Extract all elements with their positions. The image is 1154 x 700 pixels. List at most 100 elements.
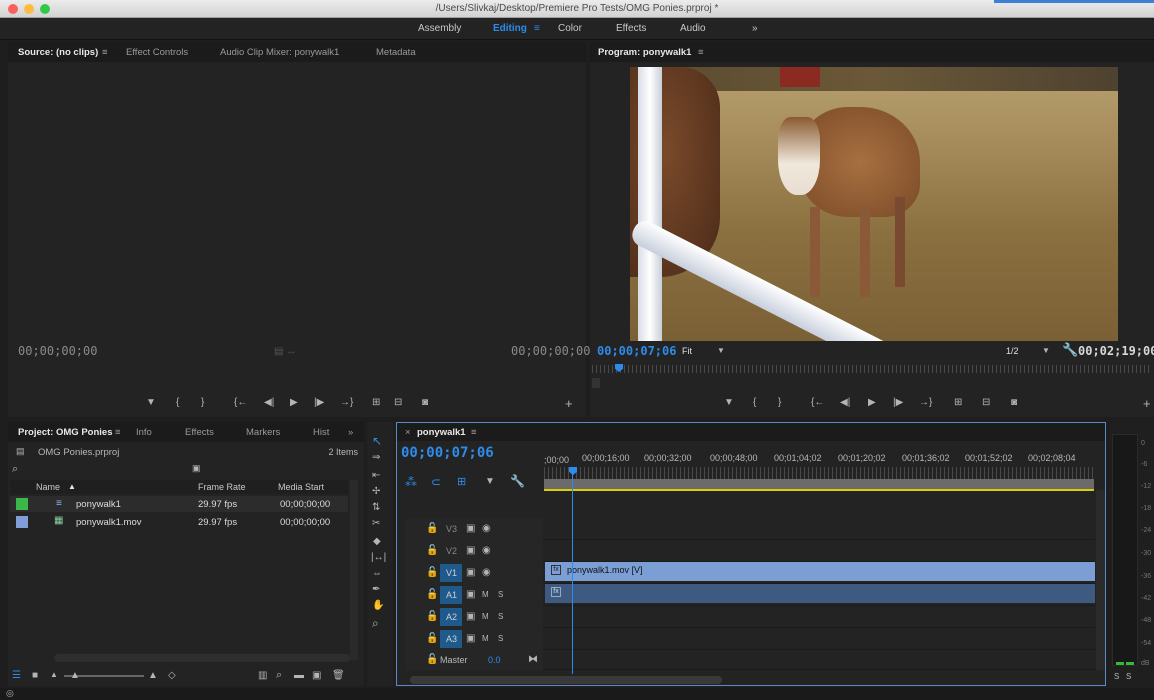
snap-icon[interactable]: ⊂ bbox=[431, 475, 441, 489]
small-size-icon[interactable]: ▲ bbox=[50, 670, 58, 679]
work-area-bar[interactable] bbox=[544, 479, 1094, 489]
tab-info[interactable]: Info bbox=[136, 427, 152, 438]
find-icon[interactable]: ⌕ bbox=[276, 669, 282, 682]
tab-metadata[interactable]: Metadata bbox=[376, 47, 416, 58]
source-playhead-timecode[interactable]: 00;00;00;00 bbox=[18, 344, 97, 358]
program-video-frame[interactable] bbox=[630, 67, 1118, 341]
row-name[interactable]: ponywalk1 bbox=[76, 499, 121, 510]
export-frame-icon[interactable]: ◙ bbox=[1011, 397, 1017, 408]
source-monitor-display[interactable] bbox=[8, 62, 586, 342]
voice-over-icon[interactable]: ▣ bbox=[466, 611, 475, 622]
lock-icon[interactable]: 🔓 bbox=[426, 633, 438, 644]
audio-clip[interactable]: fx bbox=[545, 584, 1095, 603]
track-label[interactable]: V2 bbox=[446, 546, 457, 556]
column-frame-rate[interactable]: Frame Rate bbox=[198, 482, 246, 492]
go-to-out-icon[interactable]: →} bbox=[919, 397, 932, 408]
hand-tool-icon[interactable]: ✋ bbox=[372, 600, 384, 611]
razor-blade-icon[interactable]: ◆ bbox=[373, 536, 381, 547]
step-back-icon[interactable]: ◀| bbox=[840, 397, 850, 408]
go-to-in-icon[interactable]: {← bbox=[234, 397, 247, 408]
razor-tool-icon[interactable]: ✂ bbox=[372, 518, 380, 529]
lock-icon[interactable]: 🔓 bbox=[426, 545, 438, 556]
tab-project[interactable]: Project: OMG Ponies bbox=[18, 427, 113, 438]
tab-effects[interactable]: Effects bbox=[185, 427, 214, 438]
large-size-icon[interactable]: ▲ bbox=[148, 670, 158, 681]
track-label[interactable]: V3 bbox=[446, 524, 457, 534]
lock-icon[interactable]: 🔓 bbox=[426, 654, 438, 665]
lock-icon[interactable]: 🔓 bbox=[426, 611, 438, 622]
step-forward-icon[interactable]: |▶ bbox=[314, 397, 324, 408]
track-a2[interactable] bbox=[543, 606, 1095, 628]
voice-over-icon[interactable]: ▣ bbox=[466, 589, 475, 600]
mark-out-icon[interactable]: } bbox=[778, 397, 781, 408]
zoom-fit-select[interactable]: Fit bbox=[682, 346, 692, 356]
workspace-editing[interactable]: Editing bbox=[493, 23, 527, 34]
track-v3[interactable] bbox=[543, 518, 1095, 540]
voice-over-icon[interactable]: ▣ bbox=[466, 633, 475, 644]
timeline-tab-menu-icon[interactable]: ≡ bbox=[471, 427, 477, 438]
project-horizontal-scrollbar[interactable] bbox=[54, 654, 350, 662]
workspace-effects[interactable]: Effects bbox=[616, 23, 646, 34]
mark-in-icon[interactable]: { bbox=[176, 397, 179, 408]
add-marker-icon[interactable]: ▼ bbox=[724, 397, 734, 408]
lock-icon[interactable]: 🔓 bbox=[426, 589, 438, 600]
workspace-menu-icon[interactable]: ≡ bbox=[534, 23, 540, 34]
close-sequence-icon[interactable]: × bbox=[405, 427, 411, 438]
track-v1[interactable]: fx ponywalk1.mov [V] bbox=[543, 562, 1095, 584]
sync-lock-icon[interactable]: ▣ bbox=[466, 523, 475, 534]
label-color-swatch[interactable] bbox=[16, 498, 28, 510]
add-marker-icon[interactable]: ▼ bbox=[485, 476, 495, 487]
mark-in-icon[interactable]: { bbox=[753, 397, 756, 408]
eye-icon[interactable]: ◉ bbox=[482, 523, 491, 534]
mute-button[interactable]: M bbox=[482, 612, 489, 621]
solo-button[interactable]: S bbox=[498, 634, 503, 643]
source-add-button-icon[interactable]: + bbox=[565, 396, 573, 411]
rolling-edit-tool-icon[interactable]: ✢ bbox=[372, 486, 380, 497]
step-forward-icon[interactable]: |▶ bbox=[893, 397, 903, 408]
selection-tool-icon[interactable]: ↖ bbox=[372, 434, 382, 448]
go-to-end-icon[interactable]: ⧓ bbox=[528, 654, 538, 665]
lock-icon[interactable]: 🔓 bbox=[426, 567, 438, 578]
timeline-playhead-timecode[interactable]: 00;00;07;06 bbox=[401, 445, 494, 461]
track-label[interactable]: A1 bbox=[446, 590, 457, 600]
tab-sequence[interactable]: ponywalk1 bbox=[417, 427, 466, 438]
track-label[interactable]: A3 bbox=[446, 634, 457, 644]
solo-right-button[interactable]: S bbox=[1126, 672, 1131, 681]
insert-icon[interactable]: ⊞ bbox=[372, 397, 380, 408]
workspace-assembly[interactable]: Assembly bbox=[418, 23, 461, 34]
ripple-edit-tool-icon[interactable]: ⇤ bbox=[372, 470, 380, 481]
program-playhead-timecode[interactable]: 00;00;07;06 bbox=[597, 344, 676, 358]
workspace-audio[interactable]: Audio bbox=[680, 23, 706, 34]
tab-program[interactable]: Program: ponywalk1 bbox=[598, 47, 691, 58]
timeline-horizontal-scrollbar[interactable] bbox=[410, 676, 722, 684]
mute-button[interactable]: M bbox=[482, 634, 489, 643]
mark-out-icon[interactable]: } bbox=[201, 397, 204, 408]
eye-icon[interactable]: ◉ bbox=[482, 545, 491, 556]
playhead-line[interactable] bbox=[572, 474, 573, 674]
lift-icon[interactable]: ⊞ bbox=[954, 397, 962, 408]
export-frame-icon[interactable]: ◙ bbox=[422, 397, 428, 408]
track-v2[interactable] bbox=[543, 540, 1095, 562]
table-row[interactable]: ▦ ponywalk1.mov 29.97 fps 00;00;00;00 bbox=[10, 514, 348, 530]
rate-stretch-tool-icon[interactable]: ⇅ bbox=[372, 502, 380, 513]
eye-icon[interactable]: ◉ bbox=[482, 567, 491, 578]
sort-icons-icon[interactable]: ◇ bbox=[168, 670, 176, 681]
track-label[interactable]: A2 bbox=[446, 612, 457, 622]
delete-icon[interactable]: 🗑 bbox=[332, 670, 345, 681]
time-ruler-labels[interactable]: ;00;00 00;00;16;00 00;00;32;00 00;00;48;… bbox=[544, 453, 1094, 467]
step-back-icon[interactable]: ◀| bbox=[264, 397, 274, 408]
timeline-vertical-scrollbar[interactable] bbox=[1096, 490, 1105, 670]
search-icon[interactable]: ⌕ bbox=[12, 463, 18, 476]
workspace-more-icon[interactable]: » bbox=[752, 23, 758, 34]
track-select-tool-icon[interactable]: ⇒ bbox=[372, 452, 380, 463]
tab-audio-clip-mixer[interactable]: Audio Clip Mixer: ponywalk1 bbox=[220, 47, 339, 58]
wrench-icon[interactable]: 🔧 bbox=[1062, 342, 1078, 358]
new-bin-icon[interactable]: ▬ bbox=[294, 670, 304, 681]
project-tab-menu-icon[interactable]: ≡ bbox=[115, 427, 121, 438]
go-to-out-icon[interactable]: →} bbox=[340, 397, 353, 408]
project-vertical-scrollbar[interactable] bbox=[350, 480, 358, 660]
program-tab-menu-icon[interactable]: ≡ bbox=[698, 47, 704, 58]
track-a1[interactable]: fx bbox=[543, 584, 1095, 606]
program-add-button-icon[interactable]: + bbox=[1143, 396, 1151, 411]
slide-tool-icon[interactable]: ⇔ bbox=[372, 568, 382, 579]
